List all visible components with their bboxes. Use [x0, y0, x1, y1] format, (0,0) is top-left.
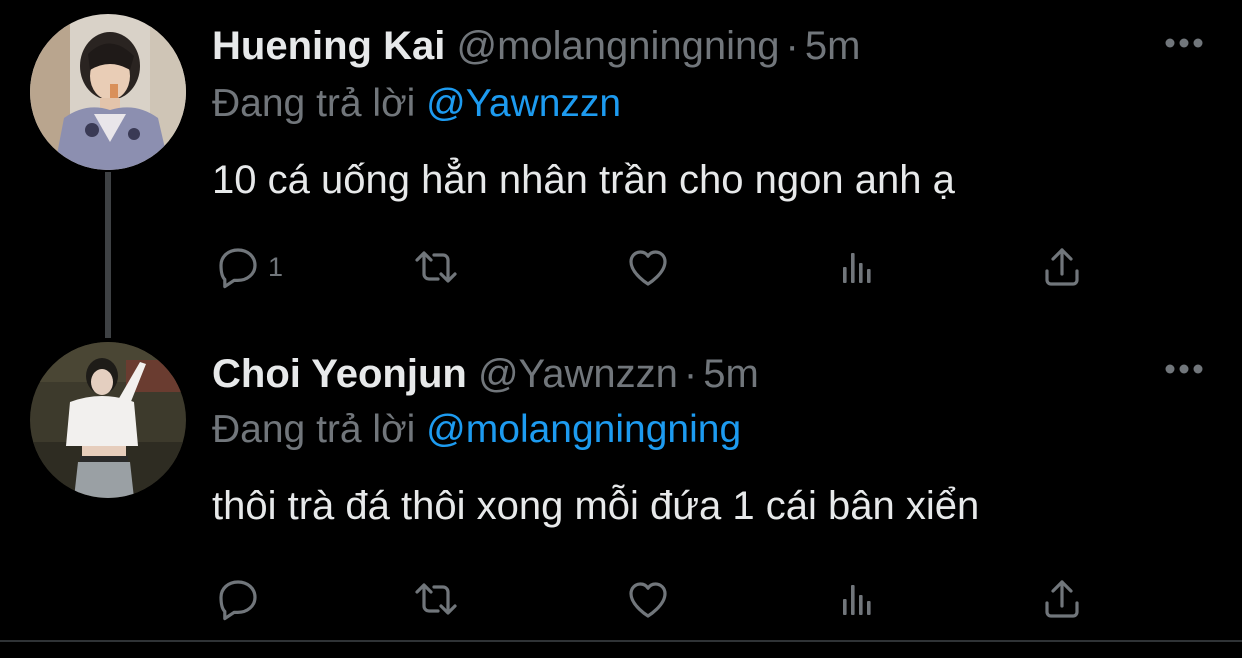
reply-count: 1: [268, 251, 284, 282]
like-button[interactable]: [624, 574, 672, 624]
tweet-header: Choi Yeonjun @Yawnzzn · 5m: [212, 348, 759, 400]
like-icon: [629, 250, 667, 286]
avatar[interactable]: [30, 14, 186, 170]
action-bar: 1: [212, 242, 1112, 292]
timestamp[interactable]: 5m: [703, 352, 759, 396]
user-handle[interactable]: @Yawnzzn: [478, 352, 678, 396]
timestamp[interactable]: 5m: [805, 24, 861, 68]
tweet[interactable]: Choi Yeonjun @Yawnzzn · 5m Đang trả lời @m…: [0, 330, 1242, 640]
user-handle[interactable]: @molangningning: [456, 24, 779, 68]
share-icon: [1045, 248, 1079, 286]
tweet-text: 10 cá uống hẳn nhân trần cho ngon anh ạ: [212, 158, 955, 202]
like-button[interactable]: [624, 242, 672, 292]
views-icon: [843, 253, 871, 283]
views-button[interactable]: [834, 574, 882, 624]
replying-to: Đang trả lời @molangningning: [212, 406, 741, 454]
reply-button[interactable]: 1: [214, 242, 283, 292]
like-icon: [629, 582, 667, 618]
tweet-text: thôi trà đá thôi xong mỗi đứa 1 cái bân …: [212, 484, 980, 528]
display-name[interactable]: Choi Yeonjun: [212, 352, 467, 396]
reply-icon: [219, 580, 257, 621]
tweet-thread: Huening Kai @molangningning · 5m Đang trả …: [0, 0, 1242, 658]
share-button[interactable]: [1038, 574, 1086, 624]
retweet-icon: [415, 583, 457, 615]
more-options-button[interactable]: [1156, 28, 1212, 58]
avatar[interactable]: [30, 342, 186, 498]
more-options-button[interactable]: [1156, 354, 1212, 384]
replying-to-label: Đang trả lời: [212, 408, 416, 451]
share-button[interactable]: [1038, 242, 1086, 292]
reply-icon: [219, 248, 257, 289]
reply-button[interactable]: [214, 574, 268, 624]
display-name[interactable]: Huening Kai: [212, 24, 445, 68]
retweet-button[interactable]: [412, 242, 460, 292]
thread-line: [105, 172, 111, 338]
views-icon: [843, 585, 871, 615]
more-icon: [1165, 364, 1203, 374]
tweet[interactable]: Huening Kai @molangningning · 5m Đang trả …: [0, 0, 1242, 338]
divider: [0, 640, 1242, 642]
separator-dot: ·: [683, 352, 698, 396]
share-icon: [1045, 580, 1079, 618]
retweet-icon: [415, 251, 457, 283]
tweet-header: Huening Kai @molangningning · 5m: [212, 20, 860, 72]
replying-to-mention[interactable]: @molangningning: [426, 408, 741, 451]
views-button[interactable]: [834, 242, 882, 292]
replying-to: Đang trả lời @Yawnzzn: [212, 80, 621, 128]
replying-to-mention[interactable]: @Yawnzzn: [426, 82, 621, 125]
more-icon: [1165, 38, 1203, 48]
action-bar: [212, 574, 1112, 624]
retweet-button[interactable]: [412, 574, 460, 624]
separator-dot: ·: [785, 24, 799, 68]
replying-to-label: Đang trả lời: [212, 82, 416, 125]
